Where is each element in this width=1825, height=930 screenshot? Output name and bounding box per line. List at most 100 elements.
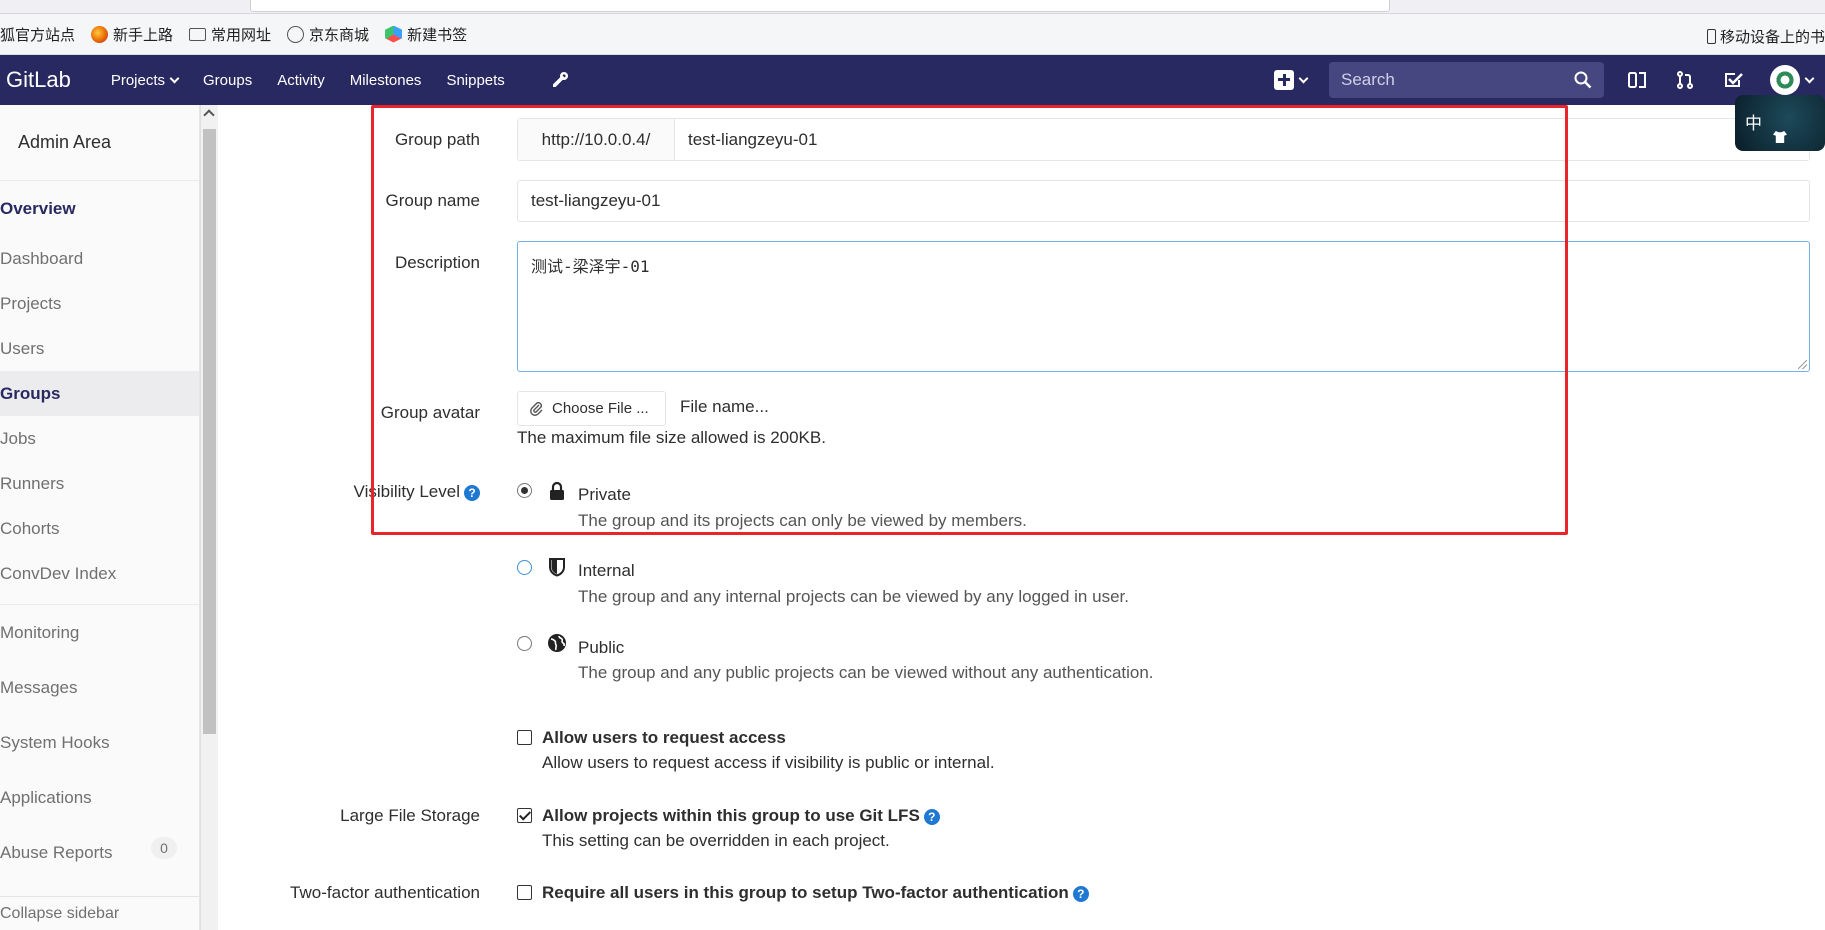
- admin-sidebar: Admin Area Overview Dashboard Projects U…: [0, 105, 200, 930]
- gitlab-logo[interactable]: GitLab: [6, 67, 71, 93]
- request-access-title[interactable]: Allow users to request access: [542, 728, 786, 748]
- visibility-private-title[interactable]: Private: [578, 485, 631, 505]
- bookmark-new[interactable]: 新建书签: [385, 24, 467, 45]
- search-box: [1329, 62, 1604, 98]
- visibility-internal-desc: The group and any internal projects can …: [578, 587, 1129, 606]
- group-path-label: Group path: [394, 130, 480, 149]
- two-factor-title-text: Require all users in this group to setup…: [542, 883, 1069, 902]
- shield-icon: [549, 558, 565, 577]
- bookmark-official-site[interactable]: 狐官方站点: [0, 24, 75, 45]
- scrollbar-thumb[interactable]: [203, 129, 216, 734]
- sidebar-item-abuse-reports[interactable]: Abuse Reports 0: [0, 825, 199, 880]
- visibility-private-radio[interactable]: [517, 483, 532, 498]
- gitlab-navbar: GitLab Projects Groups Activity Mileston…: [0, 55, 1825, 105]
- visibility-internal-title[interactable]: Internal: [578, 561, 635, 581]
- visibility-public-radio[interactable]: [517, 636, 532, 651]
- nav-groups[interactable]: Groups: [203, 72, 252, 89]
- abuse-reports-label: Abuse Reports: [0, 842, 113, 862]
- bookmark-label: 京东商城: [309, 26, 370, 44]
- bookmark-label: 新手上路: [113, 26, 174, 44]
- visibility-level-label: Visibility Level?: [354, 482, 480, 502]
- mobile-icon: [1706, 29, 1716, 44]
- lfs-checkbox[interactable]: [517, 808, 532, 823]
- group-path-input[interactable]: [675, 119, 1809, 160]
- two-factor-checkbox[interactable]: [517, 885, 532, 900]
- cube-icon: [385, 25, 403, 43]
- lfs-label: Large File Storage: [340, 806, 480, 825]
- url-bar[interactable]: [250, 0, 1390, 12]
- sidebar-scrollbar[interactable]: [200, 105, 218, 930]
- max-size-help: The maximum file size allowed is 200KB.: [517, 428, 826, 447]
- sidebar-item-convdev[interactable]: ConvDev Index: [0, 551, 199, 596]
- nav-milestones[interactable]: Milestones: [350, 72, 422, 89]
- question-circle-icon[interactable]: ?: [1072, 885, 1089, 902]
- two-factor-title[interactable]: Require all users in this group to setup…: [542, 883, 1089, 903]
- sidebar-overview-section: Overview Dashboard Projects Users Groups…: [0, 181, 199, 605]
- bookmark-label: 狐官方站点: [0, 26, 76, 44]
- bookmark-jd[interactable]: 京东商城: [287, 24, 369, 45]
- bookmarks-bar: 狐官方站点 新手上路 常用网址 京东商城 新建书签 移动设备上的书: [0, 14, 1825, 55]
- lock-icon: [550, 481, 564, 500]
- group-name-input[interactable]: [517, 180, 1810, 222]
- sidebar-item-monitoring[interactable]: Monitoring: [0, 605, 199, 660]
- sidebar-item-jobs[interactable]: Jobs: [0, 416, 199, 461]
- file-name-text: File name...: [680, 397, 769, 416]
- sidebar-item-runners[interactable]: Runners: [0, 461, 199, 506]
- user-avatar[interactable]: [1770, 65, 1800, 95]
- sidebar-item-system-hooks[interactable]: System Hooks: [0, 715, 199, 770]
- group-avatar-label: Group avatar: [380, 403, 480, 422]
- visibility-public-title[interactable]: Public: [578, 638, 624, 658]
- sidebar-item-groups[interactable]: Groups: [0, 371, 199, 416]
- nav-projects[interactable]: Projects: [110, 71, 180, 89]
- choose-file-button[interactable]: Choose File ...: [517, 391, 666, 426]
- folder-icon: [189, 27, 207, 41]
- search-input[interactable]: [1341, 70, 1561, 90]
- description-label: Description: [394, 253, 480, 272]
- request-access-desc: Allow users to request access if visibil…: [542, 753, 995, 772]
- description-textarea[interactable]: 测试-梁泽宇-01: [517, 241, 1810, 372]
- visibility-level-text: Visibility Level: [353, 482, 460, 501]
- resize-handle-icon[interactable]: [1798, 360, 1807, 369]
- firefox-icon: [91, 25, 109, 43]
- wrench-icon[interactable]: [550, 70, 570, 90]
- sidebar-item-projects[interactable]: Projects: [0, 281, 199, 326]
- issues-board-icon[interactable]: [1626, 69, 1648, 91]
- merge-request-icon[interactable]: [1674, 69, 1696, 91]
- sidebar-item-dashboard[interactable]: Dashboard: [0, 236, 199, 281]
- lfs-title-text: Allow projects within this group to use …: [542, 806, 920, 825]
- ime-label: 中: [1745, 114, 1762, 133]
- chevron-down-icon[interactable]: [1298, 73, 1309, 83]
- new-plus-icon[interactable]: [1274, 70, 1294, 90]
- chevron-down-icon: [169, 73, 180, 83]
- group-path-prefix: http://10.0.0.4/: [518, 119, 675, 160]
- nav-activity[interactable]: Activity: [277, 72, 325, 89]
- bookmark-label: 常用网址: [211, 26, 272, 44]
- search-icon[interactable]: [1574, 71, 1592, 89]
- ime-widget[interactable]: 中: [1735, 95, 1825, 151]
- visibility-internal-radio[interactable]: [517, 560, 532, 575]
- choose-file-label: Choose File ...: [552, 400, 649, 417]
- request-access-checkbox[interactable]: [517, 730, 532, 745]
- question-circle-icon[interactable]: ?: [464, 484, 480, 501]
- question-circle-icon[interactable]: ?: [923, 808, 940, 825]
- bookmark-getting-started[interactable]: 新手上路: [91, 24, 173, 45]
- chevron-down-icon[interactable]: [1804, 73, 1815, 83]
- sidebar-title[interactable]: Admin Area: [0, 105, 199, 181]
- todo-check-icon[interactable]: [1722, 69, 1744, 91]
- sidebar-item-overview[interactable]: Overview: [0, 181, 199, 236]
- sidebar-item-messages[interactable]: Messages: [0, 660, 199, 715]
- collapse-sidebar-button[interactable]: Collapse sidebar: [0, 896, 200, 930]
- lfs-title[interactable]: Allow projects within this group to use …: [542, 806, 940, 826]
- nav-projects-label: Projects: [110, 71, 166, 89]
- two-factor-label: Two-factor authentication: [290, 883, 480, 902]
- scroll-up-icon[interactable]: [203, 109, 215, 121]
- sidebar-item-applications[interactable]: Applications: [0, 770, 199, 825]
- sidebar-item-users[interactable]: Users: [0, 326, 199, 371]
- sidebar-item-cohorts[interactable]: Cohorts: [0, 506, 199, 551]
- bookmark-common-sites[interactable]: 常用网址: [189, 24, 271, 45]
- mobile-bookmarks[interactable]: 移动设备上的书: [1706, 26, 1825, 47]
- nav-snippets[interactable]: Snippets: [446, 72, 504, 89]
- paperclip-icon: [530, 401, 543, 416]
- group-path-input-group: http://10.0.0.4/: [517, 118, 1810, 161]
- browser-toolbar: [0, 0, 1825, 14]
